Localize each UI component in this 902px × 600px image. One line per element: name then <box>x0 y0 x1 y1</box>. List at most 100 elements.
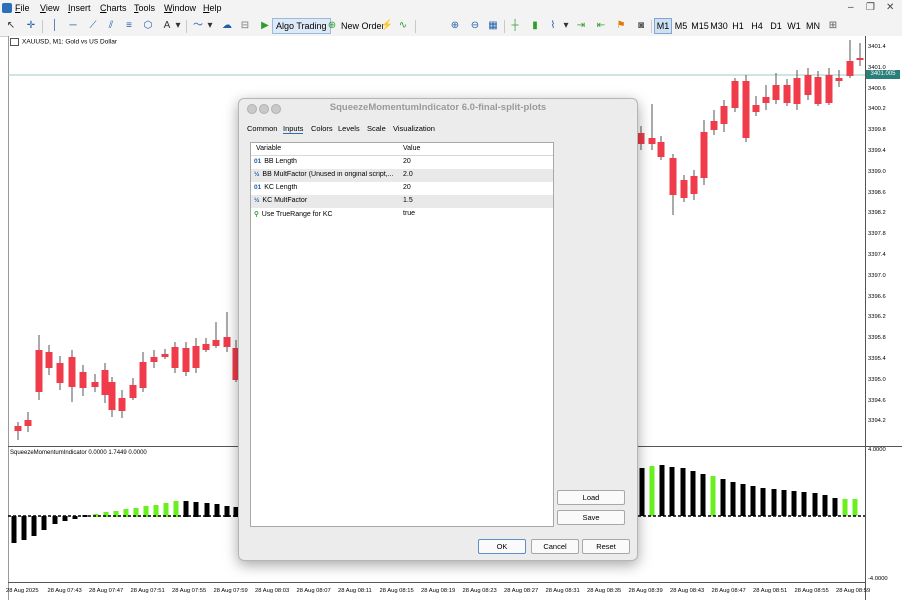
time-tick: 28 Aug 07:51 <box>130 588 165 594</box>
indicator-tick-top: 4.0000 <box>868 447 886 453</box>
indicator-label: SqueezeMomentumIndicator 0.0000 1.7449 0… <box>10 450 147 456</box>
candle-body <box>835 78 843 81</box>
ok-button[interactable]: OK <box>478 539 526 554</box>
time-tick: 28 Aug 08:03 <box>255 588 290 594</box>
value-cell[interactable]: 20 <box>403 184 411 191</box>
time-tick: 28 Aug 08:35 <box>587 588 622 594</box>
table-row[interactable]: 01 KC Length 20 <box>251 182 553 195</box>
table-row[interactable]: ½ BB MultFactor (Unused in original scrip… <box>251 169 553 182</box>
time-tick: 28 Aug 08:31 <box>545 588 580 594</box>
price-tick: 3398.6 <box>868 189 886 196</box>
tab-levels[interactable]: Levels <box>338 124 360 133</box>
histogram-bar <box>669 467 675 516</box>
histogram-bar <box>781 490 787 516</box>
histogram-bar <box>52 516 58 524</box>
price-tick: 3401.0 <box>868 64 886 71</box>
candle-body <box>118 398 126 411</box>
column-value[interactable]: Value <box>403 145 420 152</box>
indicator-properties-dialog: SqueezeMomentumIndicator 6.0-final-split… <box>238 98 638 561</box>
price-tick: 3394.2 <box>868 418 886 425</box>
tab-visualization[interactable]: Visualization <box>393 124 435 133</box>
price-tick: 3395.0 <box>868 376 886 383</box>
value-cell[interactable]: true <box>403 210 415 217</box>
load-button[interactable]: Load <box>557 490 625 505</box>
histogram-bar <box>214 504 220 517</box>
variable-cell: ⚲ Use TrueRange for KC <box>254 210 396 218</box>
price-tick: 3397.8 <box>868 231 886 238</box>
candle-body <box>24 420 32 426</box>
tab-inputs[interactable]: Inputs <box>283 124 304 134</box>
histogram-bar <box>760 488 766 516</box>
time-tick: 28 Aug 08:15 <box>379 588 414 594</box>
histogram-bar <box>842 499 848 516</box>
histogram-bar <box>31 516 37 536</box>
symbol-label: XAUUSD, M1: Gold vs US Dollar <box>10 38 117 46</box>
price-tick: 3400.6 <box>868 85 886 92</box>
candle-body <box>710 121 718 130</box>
time-tick: 28 Aug 08:23 <box>462 588 497 594</box>
tab-common[interactable]: Common <box>247 124 277 133</box>
time-tick: 28 Aug 07:59 <box>213 588 248 594</box>
histogram-bar <box>812 493 818 516</box>
time-tick: 28 Aug 08:27 <box>504 588 539 594</box>
inputs-table: Variable Value 01 BB Length 20 ½ BB MultFa… <box>250 142 554 527</box>
candle-body <box>690 176 698 194</box>
time-tick: 28 Aug 08:11 <box>338 588 372 594</box>
candle-body <box>742 81 750 138</box>
tab-colors[interactable]: Colors <box>311 124 333 133</box>
candle-body <box>91 382 99 387</box>
value-cell[interactable]: 1.5 <box>403 197 413 204</box>
candle-body <box>669 158 677 195</box>
value-cell[interactable]: 2.0 <box>403 171 413 178</box>
candle-body <box>212 340 220 346</box>
variable-name: Use TrueRange for KC <box>261 211 333 218</box>
variable-name: BB Length <box>264 158 297 165</box>
histogram-bar <box>771 489 777 516</box>
value-cell[interactable]: 20 <box>403 158 411 165</box>
reset-button[interactable]: Reset <box>582 539 630 554</box>
candle-body <box>783 85 791 103</box>
candle-body <box>14 426 22 431</box>
column-variable[interactable]: Variable <box>256 145 281 152</box>
candle-body <box>223 337 231 347</box>
double-icon: ½ <box>254 171 260 178</box>
time-tick: 28 Aug 08:43 <box>670 588 705 594</box>
time-tick: 28 Aug 08:47 <box>711 588 746 594</box>
time-tick: 28 Aug 08:39 <box>628 588 663 594</box>
histogram-bar <box>649 466 655 516</box>
histogram-bar <box>680 468 686 516</box>
boolean-icon: ⚲ <box>254 211 259 218</box>
table-row[interactable]: 01 BB Length 20 <box>251 156 553 169</box>
histogram-bar <box>690 471 696 516</box>
candle-body <box>804 75 812 95</box>
candle-body <box>171 347 179 368</box>
time-tick: 28 Aug 08:55 <box>794 588 829 594</box>
price-tick: 3394.6 <box>868 397 886 404</box>
candle-body <box>752 105 760 112</box>
save-button[interactable]: Save <box>557 510 625 525</box>
histogram-bar <box>204 503 210 517</box>
table-header: Variable Value <box>251 143 553 156</box>
candle-body <box>762 97 770 103</box>
time-tick: 28 Aug 2025 <box>6 588 39 594</box>
histogram-bar <box>183 501 189 517</box>
table-row[interactable]: ⚲ Use TrueRange for KC true <box>251 208 553 221</box>
cancel-button[interactable]: Cancel <box>531 539 579 554</box>
candle-body <box>182 348 190 372</box>
histogram-bar <box>832 498 838 516</box>
time-tick: 28 Aug 08:19 <box>421 588 456 594</box>
variable-name: KC MultFactor <box>262 197 308 204</box>
symbol-text: XAUUSD, M1: Gold vs US Dollar <box>22 38 117 46</box>
candle-body <box>68 357 76 387</box>
histogram-bar <box>659 465 665 516</box>
candle-body <box>45 352 53 368</box>
dialog-title: SqueezeMomentumIndicator 6.0-final-split… <box>329 102 547 113</box>
time-tick: 28 Aug 08:07 <box>296 588 331 594</box>
tab-scale[interactable]: Scale <box>367 124 386 133</box>
table-row[interactable]: ½ KC MultFactor 1.5 <box>251 195 553 208</box>
candle-body <box>856 58 864 60</box>
price-tick: 3398.2 <box>868 210 886 217</box>
time-tick: 28 Aug 07:55 <box>172 588 207 594</box>
candle-body <box>846 61 854 76</box>
candle-body <box>139 362 147 388</box>
